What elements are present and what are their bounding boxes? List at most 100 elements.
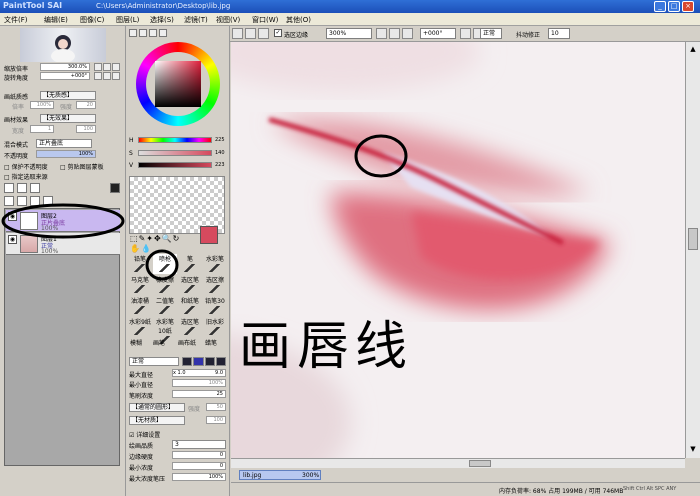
zoom-select[interactable]: 300% bbox=[326, 28, 372, 39]
zoom-tool-icon[interactable]: 🔍 bbox=[162, 234, 172, 243]
tool-washi-pen[interactable]: 和纸笔 bbox=[178, 296, 202, 316]
selection-hide-button[interactable] bbox=[258, 28, 269, 39]
layer-color-icon[interactable] bbox=[110, 183, 120, 193]
tool-watercolor9[interactable]: 水彩9纸 bbox=[128, 317, 152, 337]
edge-hardness-value[interactable]: 0 bbox=[172, 451, 226, 459]
palette-mode-icon[interactable] bbox=[159, 29, 167, 37]
close-button[interactable]: × bbox=[682, 1, 694, 12]
file-tab-lib[interactable]: lib.jpg 300% bbox=[239, 470, 321, 480]
lasso-icon[interactable]: ✎ bbox=[139, 234, 146, 243]
brush-shape-1-icon[interactable] bbox=[182, 357, 193, 366]
zoom-value[interactable]: 300.0% bbox=[40, 63, 90, 71]
hand-tool-icon[interactable]: ✋ bbox=[130, 244, 140, 253]
tool-pencil30[interactable]: 铅笔30 bbox=[203, 296, 227, 316]
tool-select-eraser[interactable]: 选区擦 bbox=[203, 275, 227, 295]
tool-brush[interactable]: 笔 bbox=[178, 254, 202, 274]
max-pressure-value[interactable]: 100% bbox=[172, 473, 226, 481]
hsv-mode-icon[interactable] bbox=[149, 29, 157, 37]
color-square-picker[interactable] bbox=[155, 61, 201, 107]
tool-old-watercolor[interactable]: 旧水彩 bbox=[203, 317, 227, 337]
foreground-color-swatch[interactable] bbox=[200, 226, 218, 244]
brush-size-field[interactable]: x 1.0 9.0 bbox=[172, 369, 226, 377]
vertical-scrollbar[interactable]: ▲ ▼ bbox=[685, 42, 700, 458]
tool-paintbrush[interactable]: 画笔 bbox=[153, 338, 165, 347]
brush-density-value[interactable]: 25 bbox=[172, 390, 226, 398]
vertical-scroll-thumb[interactable] bbox=[688, 228, 698, 250]
menu-other[interactable]: 其他(O) bbox=[286, 15, 311, 25]
menu-image[interactable]: 图像(C) bbox=[80, 15, 104, 25]
tool-watercolor10[interactable]: 水彩笔10纸 bbox=[153, 317, 177, 344]
magic-wand-icon[interactable]: ✦ bbox=[146, 234, 153, 243]
menu-view[interactable]: 视图(V) bbox=[216, 15, 240, 25]
menu-file[interactable]: 文件(F) bbox=[4, 15, 28, 25]
new-linework-layer-icon[interactable] bbox=[30, 183, 40, 193]
value-slider[interactable] bbox=[138, 162, 212, 168]
rgb-mode-icon[interactable] bbox=[139, 29, 147, 37]
brush-shape-4-icon[interactable] bbox=[215, 357, 226, 366]
quality-select[interactable]: 3 bbox=[172, 440, 226, 449]
brush-texture-select[interactable]: 【无材质】 bbox=[129, 416, 185, 425]
move-icon[interactable]: ✥ bbox=[154, 234, 161, 243]
brush-icon bbox=[158, 306, 172, 314]
tool-crayon[interactable]: 蜡笔 bbox=[205, 338, 217, 347]
min-density-value[interactable]: 0 bbox=[172, 462, 226, 470]
detail-settings-checkbox[interactable]: ☑ 详细设置 bbox=[129, 430, 160, 439]
menu-select[interactable]: 选择(S) bbox=[150, 15, 174, 25]
selection-invert-button[interactable] bbox=[245, 28, 256, 39]
zoom-out-button[interactable] bbox=[376, 28, 387, 39]
rotate-left-button[interactable] bbox=[460, 28, 471, 39]
canvas[interactable]: 画唇线 bbox=[231, 42, 685, 458]
menu-window[interactable]: 窗口(W) bbox=[252, 15, 278, 25]
opacity-slider[interactable]: 100% bbox=[36, 150, 96, 158]
zoom-reset-button[interactable] bbox=[402, 28, 413, 39]
tool-blur[interactable]: 模糊 bbox=[130, 338, 142, 347]
new-layer-set-icon[interactable] bbox=[17, 183, 27, 193]
rect-select-icon[interactable]: ⬚ bbox=[130, 234, 138, 243]
protect-opacity-checkbox[interactable]: □ 保护不透明度 bbox=[4, 162, 48, 171]
hue-slider[interactable] bbox=[138, 137, 212, 143]
nav-rotate-left-button[interactable] bbox=[94, 72, 102, 80]
menu-layer[interactable]: 图层(L) bbox=[116, 15, 139, 25]
paper-texture-select[interactable]: 【无质感】 bbox=[40, 91, 96, 100]
nav-rotate-right-button[interactable] bbox=[103, 72, 111, 80]
tool-select-pen[interactable]: 选区笔 bbox=[178, 275, 202, 295]
stabilizer-select[interactable]: 10 bbox=[548, 28, 570, 39]
clip-mask-checkbox[interactable]: □ 剪贴图层蒙板 bbox=[60, 162, 104, 171]
blend-select[interactable]: 正常 bbox=[480, 28, 502, 39]
brush-shape-select[interactable]: 【通常的圆形】 bbox=[129, 403, 185, 412]
menu-filter[interactable]: 滤镜(T) bbox=[184, 15, 208, 25]
tool-select-pen-2[interactable]: 选区笔 bbox=[178, 317, 202, 337]
blend-mode-select[interactable]: 正片叠底 bbox=[36, 139, 92, 148]
scroll-down-icon[interactable]: ▼ bbox=[688, 444, 698, 454]
file-tabs: lib.jpg 300% bbox=[231, 468, 700, 482]
nav-reset-button[interactable] bbox=[112, 63, 120, 71]
selection-clear-button[interactable] bbox=[232, 28, 243, 39]
color-wheel-mode-icon[interactable] bbox=[129, 29, 137, 37]
brush-shape-3-icon[interactable] bbox=[204, 357, 215, 366]
horizontal-scroll-thumb[interactable] bbox=[469, 460, 491, 467]
selection-edge-checkbox[interactable]: ✓ bbox=[274, 29, 282, 37]
effect-select[interactable]: 【无效果】 bbox=[40, 114, 96, 123]
nav-zoom-out-button[interactable] bbox=[94, 63, 102, 71]
brush-mode-select[interactable]: 正常 bbox=[129, 357, 179, 366]
menu-edit[interactable]: 编辑(E) bbox=[44, 15, 68, 25]
nav-rotate-reset-button[interactable] bbox=[112, 72, 120, 80]
tool-binary-pen[interactable]: 二值笔 bbox=[153, 296, 177, 316]
selection-source-checkbox[interactable]: □ 指定选取来源 bbox=[4, 172, 48, 181]
rotation-select[interactable]: +000° bbox=[420, 28, 456, 39]
minimize-button[interactable]: _ bbox=[654, 1, 666, 12]
rotate-tool-icon[interactable]: ↻ bbox=[173, 234, 180, 243]
saturation-slider[interactable] bbox=[138, 150, 212, 156]
horizontal-scrollbar[interactable] bbox=[231, 458, 685, 468]
tool-watercolor[interactable]: 水彩笔 bbox=[203, 254, 227, 274]
nav-zoom-in-button[interactable] bbox=[103, 63, 111, 71]
maximize-button[interactable]: □ bbox=[668, 1, 680, 12]
new-layer-icon[interactable] bbox=[4, 183, 14, 193]
zoom-in-button[interactable] bbox=[389, 28, 400, 39]
tool-canvas-paper[interactable]: 画布纸 bbox=[178, 338, 196, 347]
tool-bucket[interactable]: 油漆桶 bbox=[128, 296, 152, 316]
scroll-up-icon[interactable]: ▲ bbox=[688, 44, 698, 54]
angle-value[interactable]: +000° bbox=[40, 72, 90, 80]
brush-shape-2-icon[interactable] bbox=[193, 357, 204, 366]
navigator-thumbnail[interactable] bbox=[20, 28, 106, 63]
